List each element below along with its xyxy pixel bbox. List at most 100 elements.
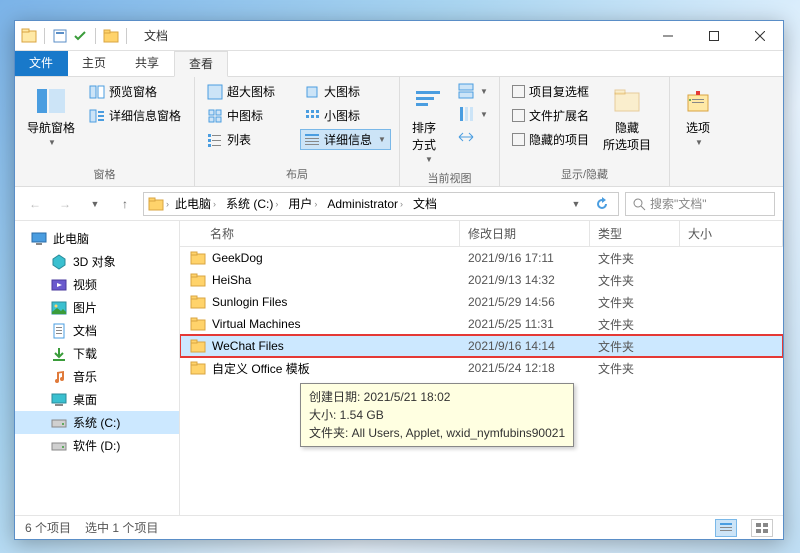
nav-item-label: 3D 对象 [73,253,116,270]
close-button[interactable] [737,21,783,51]
file-name: GeekDog [212,251,263,265]
nav-item[interactable]: 桌面 [15,388,179,411]
column-headers: 名称 修改日期 类型 大小 [180,221,783,247]
chevron-right-icon[interactable]: › [166,199,169,209]
icons-view-button[interactable] [751,519,773,537]
column-size[interactable]: 大小 [680,221,783,246]
breadcrumb-segment[interactable]: 用户› [284,195,321,212]
hide-selected-button[interactable]: 隐藏 所选项目 [599,81,655,157]
layout-details[interactable]: 详细信息▼ [300,129,391,150]
column-date[interactable]: 修改日期 [460,221,590,246]
nav-pane-button[interactable]: 导航窗格 ▼ [23,81,79,151]
file-list-pane: 名称 修改日期 类型 大小 GeekDog2021/9/16 17:11文件夹H… [180,221,783,515]
ribbon-group-label: 显示/隐藏 [508,164,661,184]
column-name[interactable]: 名称 [180,221,460,246]
nav-item[interactable]: 图片 [15,296,179,319]
details-view-button[interactable] [715,519,737,537]
nav-item-label: 音乐 [73,368,97,385]
size-columns-button[interactable] [454,127,492,147]
pc-icon [31,231,47,247]
nav-item[interactable]: 此电脑 [15,227,179,250]
nav-forward-button[interactable]: → [53,192,77,216]
minimize-button[interactable] [645,21,691,51]
breadcrumb-segment[interactable]: 系统 (C:)› [222,195,282,212]
ribbon-group-currentview: 排序方式 ▼ ▼ ▼ 当前视图 [400,77,500,186]
window-title: 文档 [144,27,168,44]
group-by-button[interactable]: ▼ [454,81,492,101]
breadcrumb-segment[interactable]: 文档 [409,195,441,212]
history-dropdown-icon[interactable]: ▼ [564,192,588,216]
column-type[interactable]: 类型 [590,221,680,246]
file-extensions-toggle[interactable]: 文件扩展名 [508,105,593,126]
details-pane-button[interactable]: 详细信息窗格 [85,105,185,126]
file-row[interactable]: HeiSha2021/9/13 14:32文件夹 [180,269,783,291]
separator [95,28,96,44]
file-row[interactable]: 自定义 Office 模板2021/5/24 12:18文件夹 [180,357,783,379]
tab-view[interactable]: 查看 [174,51,228,77]
dropdown-icon: ▼ [378,135,386,144]
file-row[interactable]: Sunlogin Files2021/5/29 14:56文件夹 [180,291,783,313]
layout-large[interactable]: 大图标 [300,81,391,102]
layout-extralarge[interactable]: 超大图标 [203,81,294,102]
nav-item[interactable]: 系统 (C:) [15,411,179,434]
layout-list[interactable]: 列表 [203,129,294,150]
refresh-button[interactable] [590,192,614,216]
nav-back-button[interactable]: ← [23,192,47,216]
folder-icon [190,250,206,266]
folder-icon [190,272,206,288]
file-row[interactable]: Virtual Machines2021/5/25 11:31文件夹 [180,313,783,335]
file-type: 文件夹 [590,360,680,377]
nav-item[interactable]: 文档 [15,319,179,342]
breadcrumb-segment[interactable]: 此电脑› [171,195,220,212]
tab-share[interactable]: 共享 [121,51,174,76]
nav-item-label: 图片 [73,299,97,316]
explorer-window: 文档 文件 主页 共享 查看 导航窗格 ▼ 预览窗格 详细信息窗格 [14,20,784,540]
dropdown-icon: ▼ [695,138,703,147]
tab-file[interactable]: 文件 [15,51,68,76]
nav-item[interactable]: 视频 [15,273,179,296]
navigation-pane[interactable]: 此电脑 3D 对象视频图片文档下载音乐桌面系统 (C:)软件 (D:) [15,221,180,515]
tab-home[interactable]: 主页 [68,51,121,76]
breadcrumb-segment[interactable]: Administrator› [323,197,407,211]
selection-count: 选中 1 个项目 [85,519,158,536]
maximize-button[interactable] [691,21,737,51]
desk-icon [51,392,67,408]
ribbon-tabs: 文件 主页 共享 查看 [15,51,783,77]
item-checkboxes-toggle[interactable]: 项目复选框 [508,81,593,102]
options-button[interactable]: 选项 ▼ [678,81,718,151]
qat-check-icon[interactable] [72,28,88,44]
separator [126,28,127,44]
dropdown-icon: ▼ [425,155,433,164]
qat-properties-icon[interactable] [52,28,68,44]
ribbon-group-showhide: 项目复选框 文件扩展名 隐藏的项目 隐藏 所选项目 显示/隐藏 [500,77,670,186]
nav-item[interactable]: 软件 (D:) [15,434,179,457]
sort-button[interactable]: 排序方式 ▼ [408,81,448,168]
file-type: 文件夹 [590,250,680,267]
nav-item[interactable]: 3D 对象 [15,250,179,273]
preview-pane-button[interactable]: 预览窗格 [85,81,185,102]
nav-up-button[interactable]: ↑ [113,192,137,216]
search-input[interactable]: 搜索"文档" [625,192,775,216]
layout-medium[interactable]: 中图标 [203,105,294,126]
add-columns-button[interactable]: ▼ [454,104,492,124]
doc-icon [51,323,67,339]
separator [44,28,45,44]
content-area: 此电脑 3D 对象视频图片文档下载音乐桌面系统 (C:)软件 (D:) 名称 修改… [15,221,783,515]
file-row[interactable]: WeChat Files2021/9/16 14:14文件夹 [180,335,783,357]
music-icon [51,369,67,385]
pic-icon [51,300,67,316]
file-row[interactable]: GeekDog2021/9/16 17:11文件夹 [180,247,783,269]
file-date: 2021/9/16 14:14 [460,339,590,353]
nav-item[interactable]: 音乐 [15,365,179,388]
layout-small[interactable]: 小图标 [300,105,391,126]
folder-icon [148,196,164,212]
nav-recent-button[interactable]: ▼ [83,192,107,216]
nav-item[interactable]: 下载 [15,342,179,365]
nav-item-label: 桌面 [73,391,97,408]
ribbon-group-label: 布局 [203,164,391,184]
hidden-items-toggle[interactable]: 隐藏的项目 [508,129,593,150]
ribbon-group-options: 选项 ▼ [670,77,730,186]
drive-icon [51,415,67,431]
file-list[interactable]: GeekDog2021/9/16 17:11文件夹HeiSha2021/9/13… [180,247,783,515]
breadcrumb[interactable]: › 此电脑› 系统 (C:)› 用户› Administrator› 文档 ▼ [143,192,619,216]
